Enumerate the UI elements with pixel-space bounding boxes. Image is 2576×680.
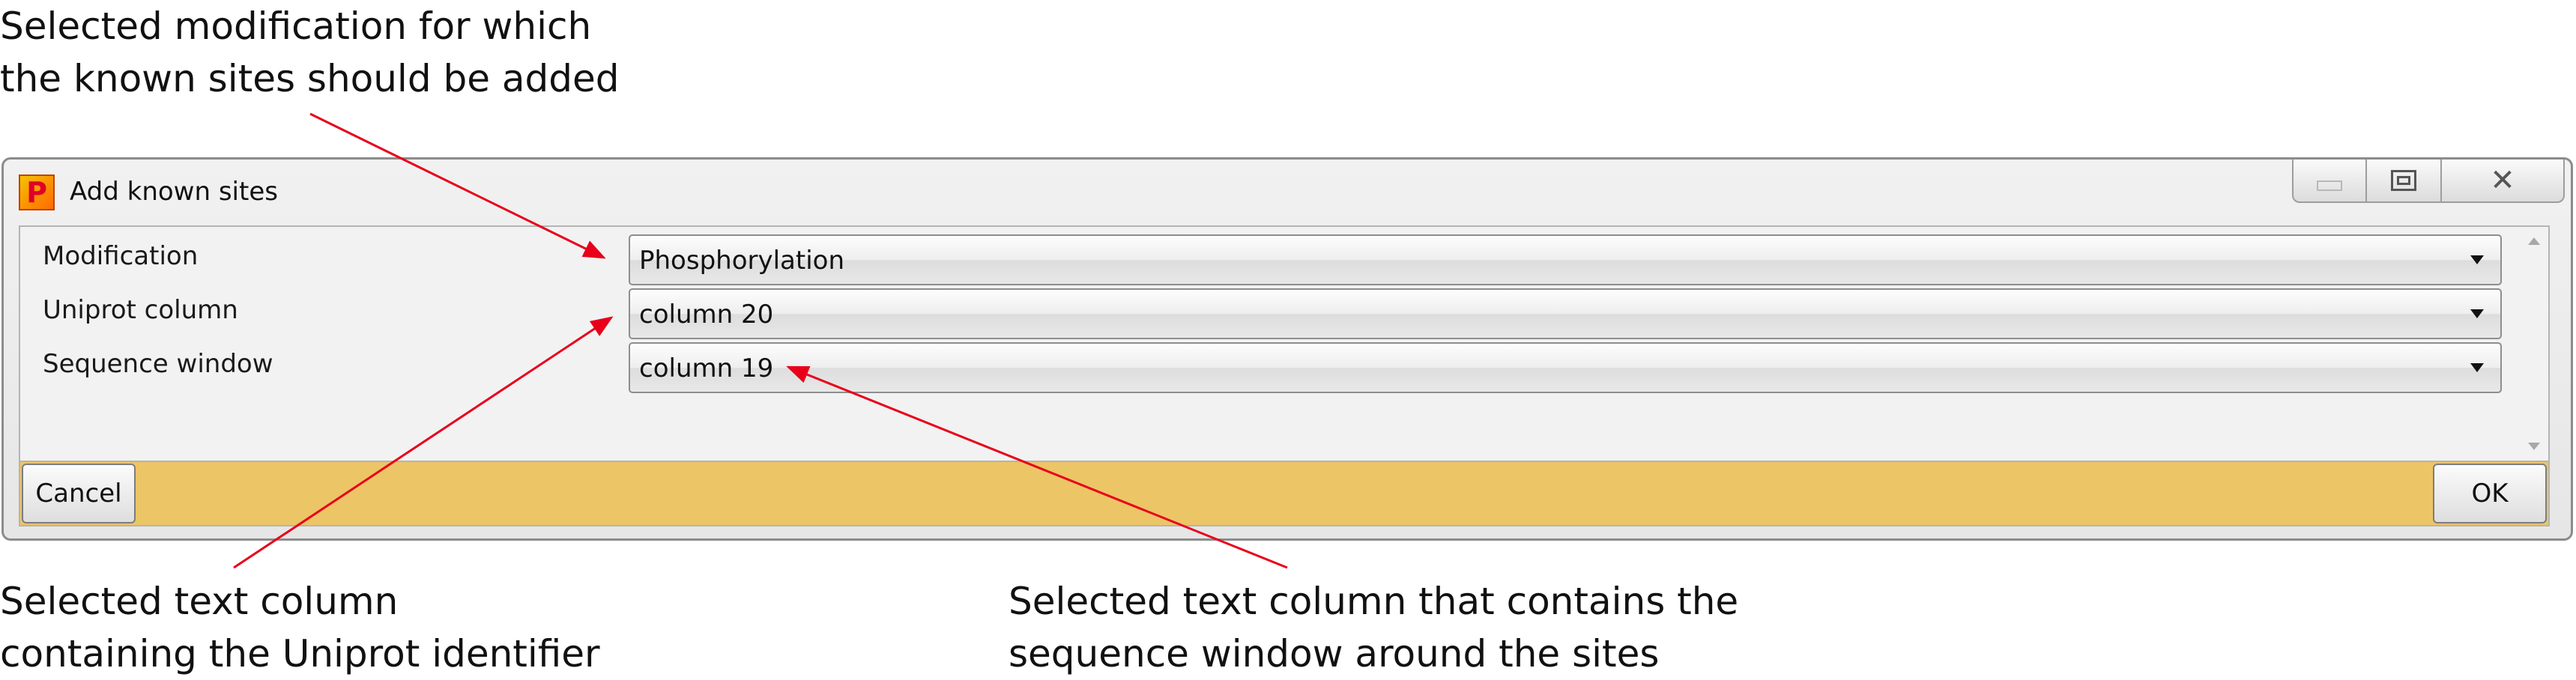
perseus-app-icon: P — [19, 174, 55, 210]
window-controls: ✕ — [2292, 160, 2565, 203]
modification-dropdown[interactable]: Phosphorylation — [629, 234, 2502, 285]
close-button[interactable]: ✕ — [2442, 160, 2565, 203]
ok-button[interactable]: OK — [2433, 464, 2547, 523]
minimize-icon — [2317, 180, 2342, 191]
modification-value: Phosphorylation — [639, 246, 845, 276]
button-bar: Cancel OK — [19, 462, 2550, 526]
modification-label: Modification — [43, 241, 199, 271]
annotation-modification: Selected modification for which the know… — [0, 4, 620, 100]
vertical-scrollbar[interactable] — [2518, 227, 2548, 461]
title-bar[interactable]: P Add known sites ✕ — [4, 160, 2571, 224]
window-title: Add known sites — [70, 177, 278, 207]
annotation-uniprot-column: Selected text column containing the Unip… — [0, 580, 600, 676]
cancel-button[interactable]: Cancel — [22, 464, 136, 523]
sequence-window-label: Sequence window — [43, 349, 273, 379]
annotation-sequence-window: Selected text column that contains the s… — [1009, 580, 1739, 676]
scroll-up-icon[interactable] — [2528, 237, 2540, 245]
scroll-down-icon[interactable] — [2528, 443, 2540, 450]
chevron-down-icon[interactable] — [2470, 309, 2484, 318]
uniprot-column-value: column 20 — [639, 300, 774, 330]
sequence-window-dropdown[interactable]: column 19 — [629, 342, 2502, 393]
uniprot-column-dropdown[interactable]: column 20 — [629, 288, 2502, 339]
close-icon: ✕ — [2490, 163, 2515, 198]
minimize-button[interactable] — [2292, 160, 2367, 203]
parameter-panel: Modification Phosphorylation Uniprot col… — [19, 225, 2550, 462]
sequence-window-value: column 19 — [639, 353, 774, 383]
chevron-down-icon[interactable] — [2470, 363, 2484, 372]
maximize-icon — [2391, 170, 2416, 191]
maximize-button[interactable] — [2367, 160, 2442, 203]
add-known-sites-dialog: P Add known sites ✕ Modification Phospho… — [1, 157, 2573, 541]
uniprot-column-label: Uniprot column — [43, 295, 238, 325]
chevron-down-icon[interactable] — [2470, 255, 2484, 264]
